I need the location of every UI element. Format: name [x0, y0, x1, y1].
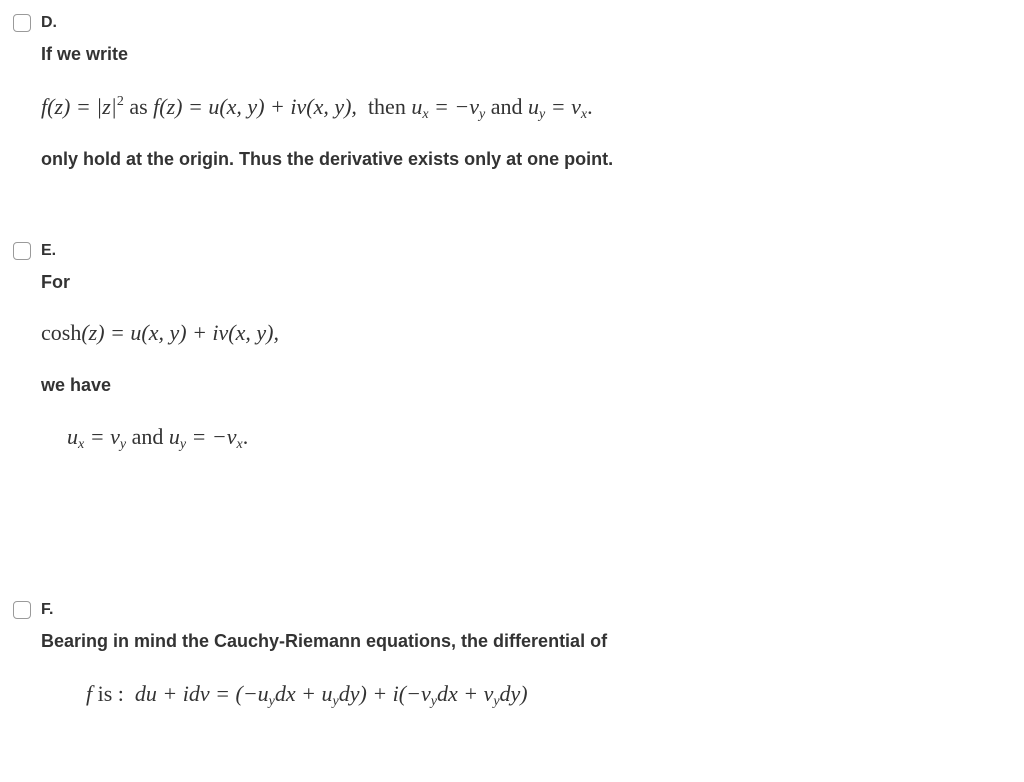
eq-sub: y	[479, 107, 486, 122]
option-e-middle: we have	[41, 375, 112, 395]
option-e-intro: For	[41, 272, 70, 292]
eq-u: u	[67, 424, 78, 449]
eq-end: .	[587, 94, 593, 119]
eq-sub: y	[119, 437, 127, 452]
eq-part: dx + u	[274, 681, 333, 706]
eq-part: du + idv = (−u	[134, 681, 269, 706]
eq-and: and	[131, 424, 164, 449]
eq-u: u	[168, 424, 180, 449]
option-e-equation-2: ux = vy and uy = −vx.	[67, 424, 249, 452]
eq-op: = −v	[191, 424, 237, 449]
eq-part: dy) + i(−v	[338, 681, 431, 706]
eq-and: and	[490, 94, 523, 119]
eq-expr: f(z) = u(x, y) + iv(x, y),	[153, 94, 357, 119]
eq-f: f	[86, 681, 93, 706]
eq-exponent: 2	[116, 94, 124, 109]
option-d-checkbox[interactable]	[13, 14, 31, 32]
eq-sub: y	[179, 437, 187, 452]
option-f-checkbox[interactable]	[13, 601, 31, 619]
option-d-intro: If we write	[41, 44, 129, 64]
eq-op: = −v	[434, 94, 480, 119]
eq-rest: (z) = u(x, y) + iv(x, y),	[81, 320, 279, 345]
eq-fn: cosh	[41, 320, 82, 345]
option-d-label: D.	[41, 14, 57, 31]
eq-part: dy)	[499, 681, 528, 706]
option-f-equation: f is : du + idv = (−uydx + uydy) + i(−vy…	[86, 681, 528, 709]
option-d-equation: f(z) = |z|2 as f(z) = u(x, y) + iv(x, y)…	[41, 94, 593, 122]
eq-part: dx + v	[436, 681, 494, 706]
option-e-checkbox[interactable]	[13, 242, 31, 260]
eq-u: u	[528, 94, 539, 119]
option-d-conclusion: only hold at the origin. Thus the deriva…	[41, 149, 614, 169]
eq-then: then	[367, 94, 406, 119]
eq-op: = v	[89, 424, 120, 449]
eq-op: = v	[550, 94, 581, 119]
eq-is: is :	[97, 681, 124, 706]
option-e-label: E.	[41, 242, 57, 259]
eq-sub: x	[78, 437, 85, 452]
option-f-label: F.	[41, 601, 54, 618]
eq-end: .	[242, 424, 249, 449]
eq-sub: x	[422, 107, 429, 122]
eq-sub: y	[539, 107, 546, 122]
option-e-equation-1: cosh(z) = u(x, y) + iv(x, y),	[41, 320, 279, 346]
option-f-intro: Bearing in mind the Cauchy-Riemann equat…	[41, 631, 608, 651]
eq-u: u	[411, 94, 423, 119]
eq-as: as	[129, 94, 148, 119]
eq-lhs: f(z) = |z|	[41, 94, 117, 119]
